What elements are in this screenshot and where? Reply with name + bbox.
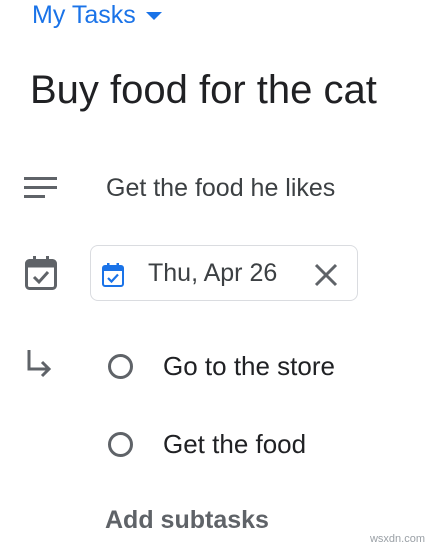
subtask-checkbox[interactable] — [108, 353, 133, 379]
subtask-checkbox[interactable] — [108, 431, 133, 457]
subtask-label[interactable]: Get the food — [163, 428, 306, 460]
subtask-label[interactable]: Go to the store — [163, 350, 335, 382]
list-name: My Tasks — [32, 1, 136, 29]
notes-icon — [24, 177, 57, 198]
watermark: wsxdn.com — [369, 533, 425, 545]
caret-down-icon — [145, 12, 162, 20]
due-date-value: Thu, Apr 26 — [148, 259, 278, 287]
calendar-small-icon — [102, 263, 124, 287]
add-subtasks-button[interactable]: Add subtasks — [105, 505, 269, 535]
subtask-item: Go to the store — [108, 350, 335, 382]
subtask-arrow-icon — [27, 350, 52, 378]
details-text[interactable]: Get the food he likes — [106, 172, 335, 204]
calendar-icon — [25, 256, 57, 290]
task-details-screen: My Tasks Buy food for the cat Get the fo… — [0, 0, 433, 549]
due-date-chip[interactable]: Thu, Apr 26 — [90, 245, 358, 301]
subtask-item: Get the food — [108, 428, 306, 460]
close-icon[interactable] — [314, 263, 338, 287]
task-title[interactable]: Buy food for the cat — [30, 66, 377, 114]
list-selector[interactable]: My Tasks — [32, 0, 162, 30]
